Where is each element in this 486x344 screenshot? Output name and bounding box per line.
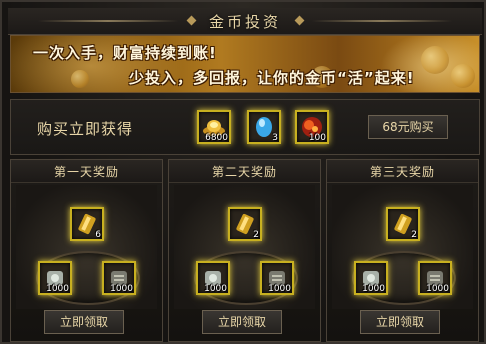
purchase-row: 购买立即获得 6800 3 100 68元购买 [10, 99, 480, 155]
reward-slot-gold-bar[interactable]: 6 [70, 207, 104, 241]
purchase-label: 购买立即获得 [37, 120, 134, 138]
item-quantity: 6800 [205, 133, 228, 143]
panel-header: 第三天奖励 [327, 160, 478, 183]
reward-slot-gold-ingot[interactable]: 6800 [197, 110, 231, 144]
day-reward-panel-3: 第三天奖励 2 1000 1000 立即领取 [326, 159, 479, 342]
reward-slot-gold-bar[interactable]: 2 [386, 207, 420, 241]
reward-slot-gold-bar[interactable]: 2 [228, 207, 262, 241]
reward-slot-fire-orb[interactable]: 100 [295, 110, 329, 144]
reward-slot-silver-scroll[interactable]: 1000 [196, 261, 230, 295]
item-quantity: 1000 [110, 284, 133, 294]
panel-title: 第二天奖励 [211, 165, 277, 179]
item-quantity: 100 [308, 133, 326, 143]
promo-banner: 一次入手，财富持续到账! 少投入，多回报，让你的金币“活”起来! [10, 35, 480, 93]
day-reward-panel-1: 第一天奖励 6 1000 1000 立即领取 [10, 159, 163, 342]
item-quantity: 1000 [46, 284, 69, 294]
coin-decoration [421, 46, 449, 74]
panel-header: 第二天奖励 [169, 160, 320, 183]
coin-decoration [71, 70, 89, 88]
reward-display: 2 1000 1000 [174, 185, 315, 309]
item-quantity: 3 [272, 133, 278, 143]
gold-investment-window: 金币投资 一次入手，财富持续到账! 少投入，多回报，让你的金币“活”起来! 购买… [0, 0, 486, 344]
panel-header: 第一天奖励 [11, 160, 162, 183]
reward-slot-blue-gem[interactable]: 3 [247, 110, 281, 144]
reward-slot-grey-scroll[interactable]: 1000 [102, 261, 136, 295]
panel-title: 第三天奖励 [369, 165, 435, 179]
reward-display: 2 1000 1000 [332, 185, 473, 309]
claim-button[interactable]: 立即领取 [202, 310, 282, 334]
item-quantity: 6 [95, 230, 101, 240]
day-reward-panel-2: 第二天奖励 2 1000 1000 立即领取 [168, 159, 321, 342]
claim-button[interactable]: 立即领取 [360, 310, 440, 334]
item-quantity: 2 [411, 230, 417, 240]
coin-decoration [451, 64, 475, 88]
reward-slot-grey-scroll[interactable]: 1000 [418, 261, 452, 295]
item-quantity: 1000 [426, 284, 449, 294]
buy-button[interactable]: 68元购买 [368, 115, 448, 139]
reward-display: 6 1000 1000 [16, 185, 157, 309]
item-quantity: 2 [253, 230, 259, 240]
item-quantity: 1000 [362, 284, 385, 294]
claim-button[interactable]: 立即领取 [44, 310, 124, 334]
reward-slot-grey-scroll[interactable]: 1000 [260, 261, 294, 295]
reward-slot-silver-scroll[interactable]: 1000 [354, 261, 388, 295]
item-quantity: 1000 [204, 284, 227, 294]
panel-title: 第一天奖励 [53, 165, 119, 179]
title-right-ornament [312, 20, 452, 22]
item-quantity: 1000 [268, 284, 291, 294]
banner-slogan-2: 少投入，多回报，让你的金币“活”起来! [129, 69, 415, 87]
banner-slogan-1: 一次入手，财富持续到账! [33, 44, 217, 62]
reward-slot-silver-scroll[interactable]: 1000 [38, 261, 72, 295]
title-bar: 金币投资 [8, 8, 482, 35]
